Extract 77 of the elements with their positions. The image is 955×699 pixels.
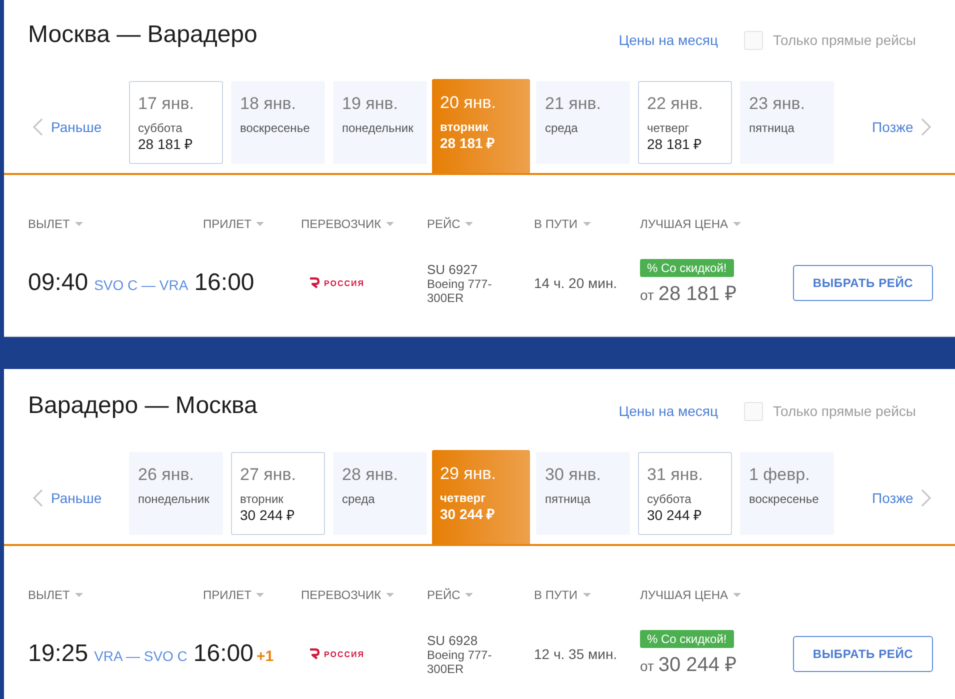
date-tile[interactable]: 31 янв. суббота 30 244 ₽ [638,452,732,535]
flight-number: SU 6928 [427,632,479,648]
date-tile[interactable]: 17 янв. суббота 28 181 ₽ [129,81,223,164]
discount-badge: % Со скидкой! [640,630,734,648]
sort-caret-icon [74,593,83,597]
checkbox[interactable] [744,30,764,50]
flight-duration: 12 ч. 35 мин. [534,646,618,662]
sort-caret-icon [74,222,83,226]
chevron-right-icon [921,489,932,507]
discount-badge: % Со скидкой! [640,258,734,276]
column-header[interactable]: ВЫЛЕТ [28,216,83,232]
date-tile[interactable]: 23 янв. пятница [740,81,834,164]
checkbox-label: Только прямые рейсы [773,402,916,420]
airline-mark-icon [309,648,320,660]
sort-caret-icon [386,222,394,226]
column-header[interactable]: ЛУЧШАЯ ЦЕНА [640,587,742,603]
sort-caret-icon [733,222,742,226]
select-flight-button[interactable]: ВЫБРАТЬ РЕЙС [793,265,933,301]
next-day-mark: +1 [256,648,274,665]
date-tile[interactable]: 19 янв. понедельник [333,81,427,164]
sort-caret-icon [582,593,591,597]
flight-price: от 28 181 ₽ [640,282,738,306]
column-header[interactable]: ПРИЛЕТ [203,216,264,232]
date-tile[interactable]: 20 янв. вторник 28 181 ₽ [432,79,530,173]
earlier-dates-link[interactable]: Раньше [33,117,102,137]
departure-time: 19:25 [28,640,88,668]
month-prices-link[interactable]: Цены на месяц [618,31,718,49]
later-dates-link[interactable]: Позже [872,488,932,508]
column-header[interactable]: РЕЙС [427,587,474,603]
date-tile[interactable]: 22 янв. четверг 28 181 ₽ [638,81,732,164]
column-header[interactable]: ПЕРЕВОЗЧИК [301,587,394,603]
column-header[interactable]: ЛУЧШАЯ ЦЕНА [640,216,742,232]
sort-caret-icon [582,222,591,226]
checkbox-label: Только прямые рейсы [773,31,916,49]
date-tile[interactable]: 27 янв. вторник 30 244 ₽ [231,452,325,535]
date-tile[interactable]: 18 янв. воскресенье [231,81,325,164]
departure-time: 09:40 [28,269,88,297]
date-tile[interactable]: 21 янв. среда [536,81,630,164]
sort-caret-icon [256,593,264,597]
arrival-time: 16:00 [194,269,254,297]
flight-number: SU 6927 [427,262,479,276]
sort-caret-icon [386,593,394,597]
chevron-left-icon [33,489,43,507]
airline-logo-text: РОССИЯ [324,278,365,288]
route-title: Москва — Варадеро [28,20,258,50]
arrival-time: 16:00 [193,640,254,668]
date-tile[interactable]: 26 янв. понедельник [129,452,223,535]
column-header[interactable]: ПЕРЕВОЗЧИК [301,216,394,232]
column-header[interactable]: РЕЙС [427,216,474,232]
sort-caret-icon [465,222,474,226]
airline-mark-icon [309,277,320,289]
flight-duration: 14 ч. 20 мин. [534,275,618,291]
date-tile[interactable]: 1 февр. воскресенье [740,452,834,535]
column-header[interactable]: В ПУТИ [534,216,591,232]
earlier-dates-link[interactable]: Раньше [33,488,102,508]
date-tile[interactable]: 30 янв. пятница [536,452,630,535]
chevron-left-icon [33,118,43,136]
date-tile[interactable]: 28 янв. среда [333,452,427,535]
airline-logo-text: РОССИЯ [324,650,365,658]
aircraft-model: Boeing 777-300ER [427,276,493,304]
chevron-right-icon [921,118,932,136]
aircraft-model: Boeing 777-300ER [427,648,493,676]
flight-price: от 30 244 ₽ [640,652,738,678]
checkbox[interactable] [744,402,764,420]
sort-caret-icon [465,593,474,597]
column-header[interactable]: В ПУТИ [534,587,591,603]
date-tile[interactable]: 29 янв. четверг 30 244 ₽ [432,450,530,544]
sort-caret-icon [733,593,742,597]
sort-caret-icon [256,222,264,226]
route-title: Варадеро — Москва [28,391,258,421]
later-dates-link[interactable]: Позже [872,117,932,137]
column-header[interactable]: ПРИЛЕТ [203,587,264,603]
month-prices-link[interactable]: Цены на месяц [618,402,718,420]
select-flight-button[interactable]: ВЫБРАТЬ РЕЙС [793,636,933,672]
airport-codes: SVO C — VRA [94,277,188,293]
airport-codes: VRA — SVO C [94,648,188,664]
column-header[interactable]: ВЫЛЕТ [28,587,83,603]
